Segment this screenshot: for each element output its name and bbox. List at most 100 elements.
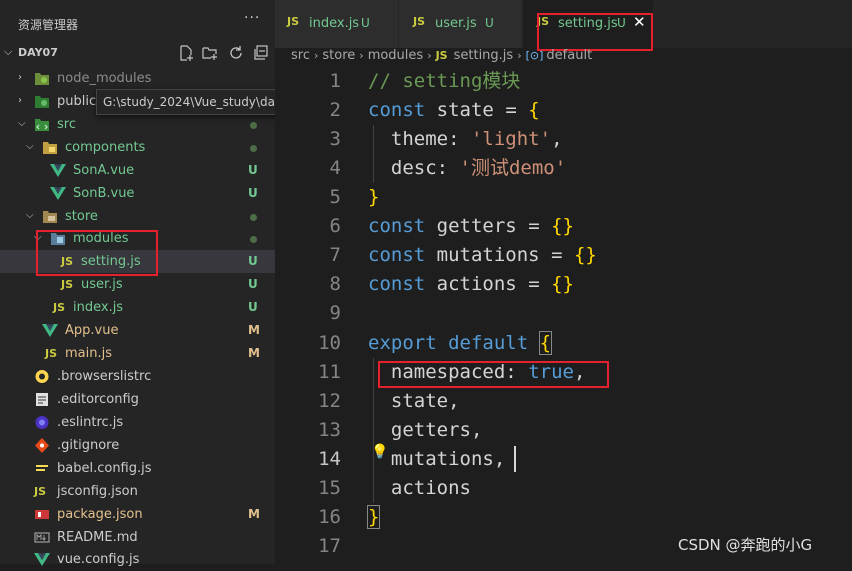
tree-item-main[interactable]: JS main.js M	[0, 342, 275, 365]
breadcrumb-item[interactable]: setting.js	[454, 48, 514, 63]
tree-item-label: jsconfig.json	[57, 484, 138, 499]
line-number: 10	[318, 332, 341, 354]
code-line: const actions = {}	[368, 273, 574, 295]
refresh-icon[interactable]	[228, 45, 244, 61]
tree-item-sona[interactable]: SonA.vue U	[0, 159, 275, 182]
line-number-current: 14	[318, 448, 341, 470]
git-badge: M	[248, 346, 260, 360]
project-header[interactable]: ⌵ DAY07	[0, 43, 275, 65]
code-line: state,	[390, 390, 460, 412]
code-line: }	[368, 186, 380, 208]
vue-file-icon	[34, 553, 50, 566]
tree-item-user[interactable]: JS user.js U	[0, 273, 275, 296]
tree-item-src[interactable]: ⌵ src	[0, 113, 275, 136]
code-line-current: mutations,	[390, 448, 506, 470]
git-icon	[35, 438, 49, 453]
git-badge: U	[248, 277, 258, 291]
tab-index-js[interactable]: JS index.js U	[275, 0, 399, 48]
tab-user-js[interactable]: JS user.js U	[399, 0, 523, 48]
tree-item-editorconfig[interactable]: .editorconfig	[0, 388, 275, 411]
breadcrumb-item[interactable]: modules	[368, 48, 424, 63]
line-number: 16	[318, 506, 341, 528]
code-editor[interactable]: 1 2 3 4 5 6 7 8 9 10 11 12 13 14 15 16 1…	[275, 70, 852, 564]
tree-item-store[interactable]: ⌵ store	[0, 205, 275, 228]
git-badge: M	[248, 323, 260, 337]
watermark: CSDN @奔跑的小G	[678, 536, 813, 554]
breadcrumb-item[interactable]: src	[291, 48, 310, 63]
tree-item-label: vue.config.js	[57, 552, 140, 567]
git-badge: U	[248, 186, 258, 200]
explorer-title: 资源管理器	[18, 18, 79, 32]
tree-item-label: README.md	[57, 530, 138, 545]
tree-item-gitignore[interactable]: .gitignore	[0, 434, 275, 457]
tree-item-label: node_modules	[57, 71, 152, 86]
chevron-right-icon: ›	[517, 49, 522, 62]
new-folder-icon[interactable]	[202, 45, 218, 61]
tree-item-label: package.json	[57, 507, 143, 522]
code-line: // setting模块	[368, 70, 521, 92]
vue-file-icon	[50, 187, 66, 200]
js-file-icon: JS	[435, 49, 448, 62]
new-file-icon[interactable]	[178, 45, 194, 61]
tree-item-label: .eslintrc.js	[57, 415, 124, 430]
project-name: DAY07	[18, 46, 58, 59]
git-status-dot	[250, 236, 257, 243]
tree-item-label: SonB.vue	[73, 186, 135, 201]
code-line: export default {	[368, 331, 553, 355]
tree-item-jsconfig[interactable]: JS jsconfig.json	[0, 480, 275, 503]
lightbulb-icon[interactable]: 💡	[371, 444, 388, 460]
git-badge: U	[248, 254, 258, 268]
babel-icon	[36, 465, 48, 471]
public-folder-icon	[35, 96, 49, 108]
line-number: 13	[318, 419, 341, 441]
tree-item-label: components	[65, 140, 146, 155]
store-folder-icon	[43, 211, 57, 223]
tree-item-vue-config[interactable]: vue.config.js	[0, 548, 275, 571]
node-modules-folder-icon	[35, 73, 49, 85]
collapse-all-icon[interactable]	[253, 45, 269, 61]
breadcrumb-item[interactable]: store	[322, 48, 355, 63]
line-number: 17	[318, 535, 341, 557]
tree-item-babel-config[interactable]: babel.config.js	[0, 457, 275, 480]
tree-item-package-json[interactable]: package.json M	[0, 503, 275, 526]
tree-item-readme[interactable]: README.md	[0, 526, 275, 549]
tree-item-eslintrc[interactable]: .eslintrc.js	[0, 411, 275, 434]
tree-item-app-vue[interactable]: App.vue M	[0, 319, 275, 342]
line-number: 4	[329, 157, 341, 179]
chevron-down-icon: ⌵	[26, 141, 34, 152]
editorconfig-icon	[36, 393, 48, 406]
code-line: const state = {	[368, 99, 540, 121]
line-number: 7	[329, 244, 341, 266]
tree-item-sonb[interactable]: SonB.vue U	[0, 182, 275, 205]
line-number: 1	[329, 70, 341, 92]
line-number: 11	[318, 361, 341, 383]
chevron-right-icon: ›	[313, 49, 319, 62]
chevron-down-icon: ⌵	[4, 45, 13, 58]
line-number: 2	[329, 99, 341, 121]
src-folder-icon	[35, 119, 49, 131]
tree-item-label: SonA.vue	[73, 163, 135, 178]
tree-item-label: babel.config.js	[57, 461, 152, 476]
line-number: 3	[329, 128, 341, 150]
git-badge: U	[248, 300, 258, 314]
code-line: actions	[390, 477, 471, 499]
tree-item-index[interactable]: JS index.js U	[0, 296, 275, 319]
js-file-icon: JS	[34, 485, 47, 498]
tree-item-label: .editorconfig	[57, 392, 139, 407]
tree-item-label: index.js	[73, 300, 124, 315]
line-number: 6	[329, 215, 341, 237]
tree-item-browserslistrc[interactable]: .browserslistrc	[0, 365, 275, 388]
chevron-right-icon: ›	[427, 49, 432, 62]
tree-item-components[interactable]: ⌵ components	[0, 136, 275, 159]
tree-item-label: .browserslistrc	[57, 369, 152, 384]
more-actions-icon[interactable]: ···	[244, 10, 260, 26]
vue-file-icon	[42, 324, 58, 337]
tab-label: index.js	[309, 16, 360, 31]
git-badge: M	[248, 507, 260, 521]
components-folder-icon	[43, 142, 57, 154]
chevron-right-icon: ›	[18, 95, 22, 106]
tree-item-node-modules[interactable]: › node_modules	[0, 67, 275, 90]
chevron-down-icon: ⌵	[26, 210, 34, 221]
git-badge: U	[248, 163, 258, 177]
breadcrumb-item[interactable]: default	[546, 48, 592, 63]
